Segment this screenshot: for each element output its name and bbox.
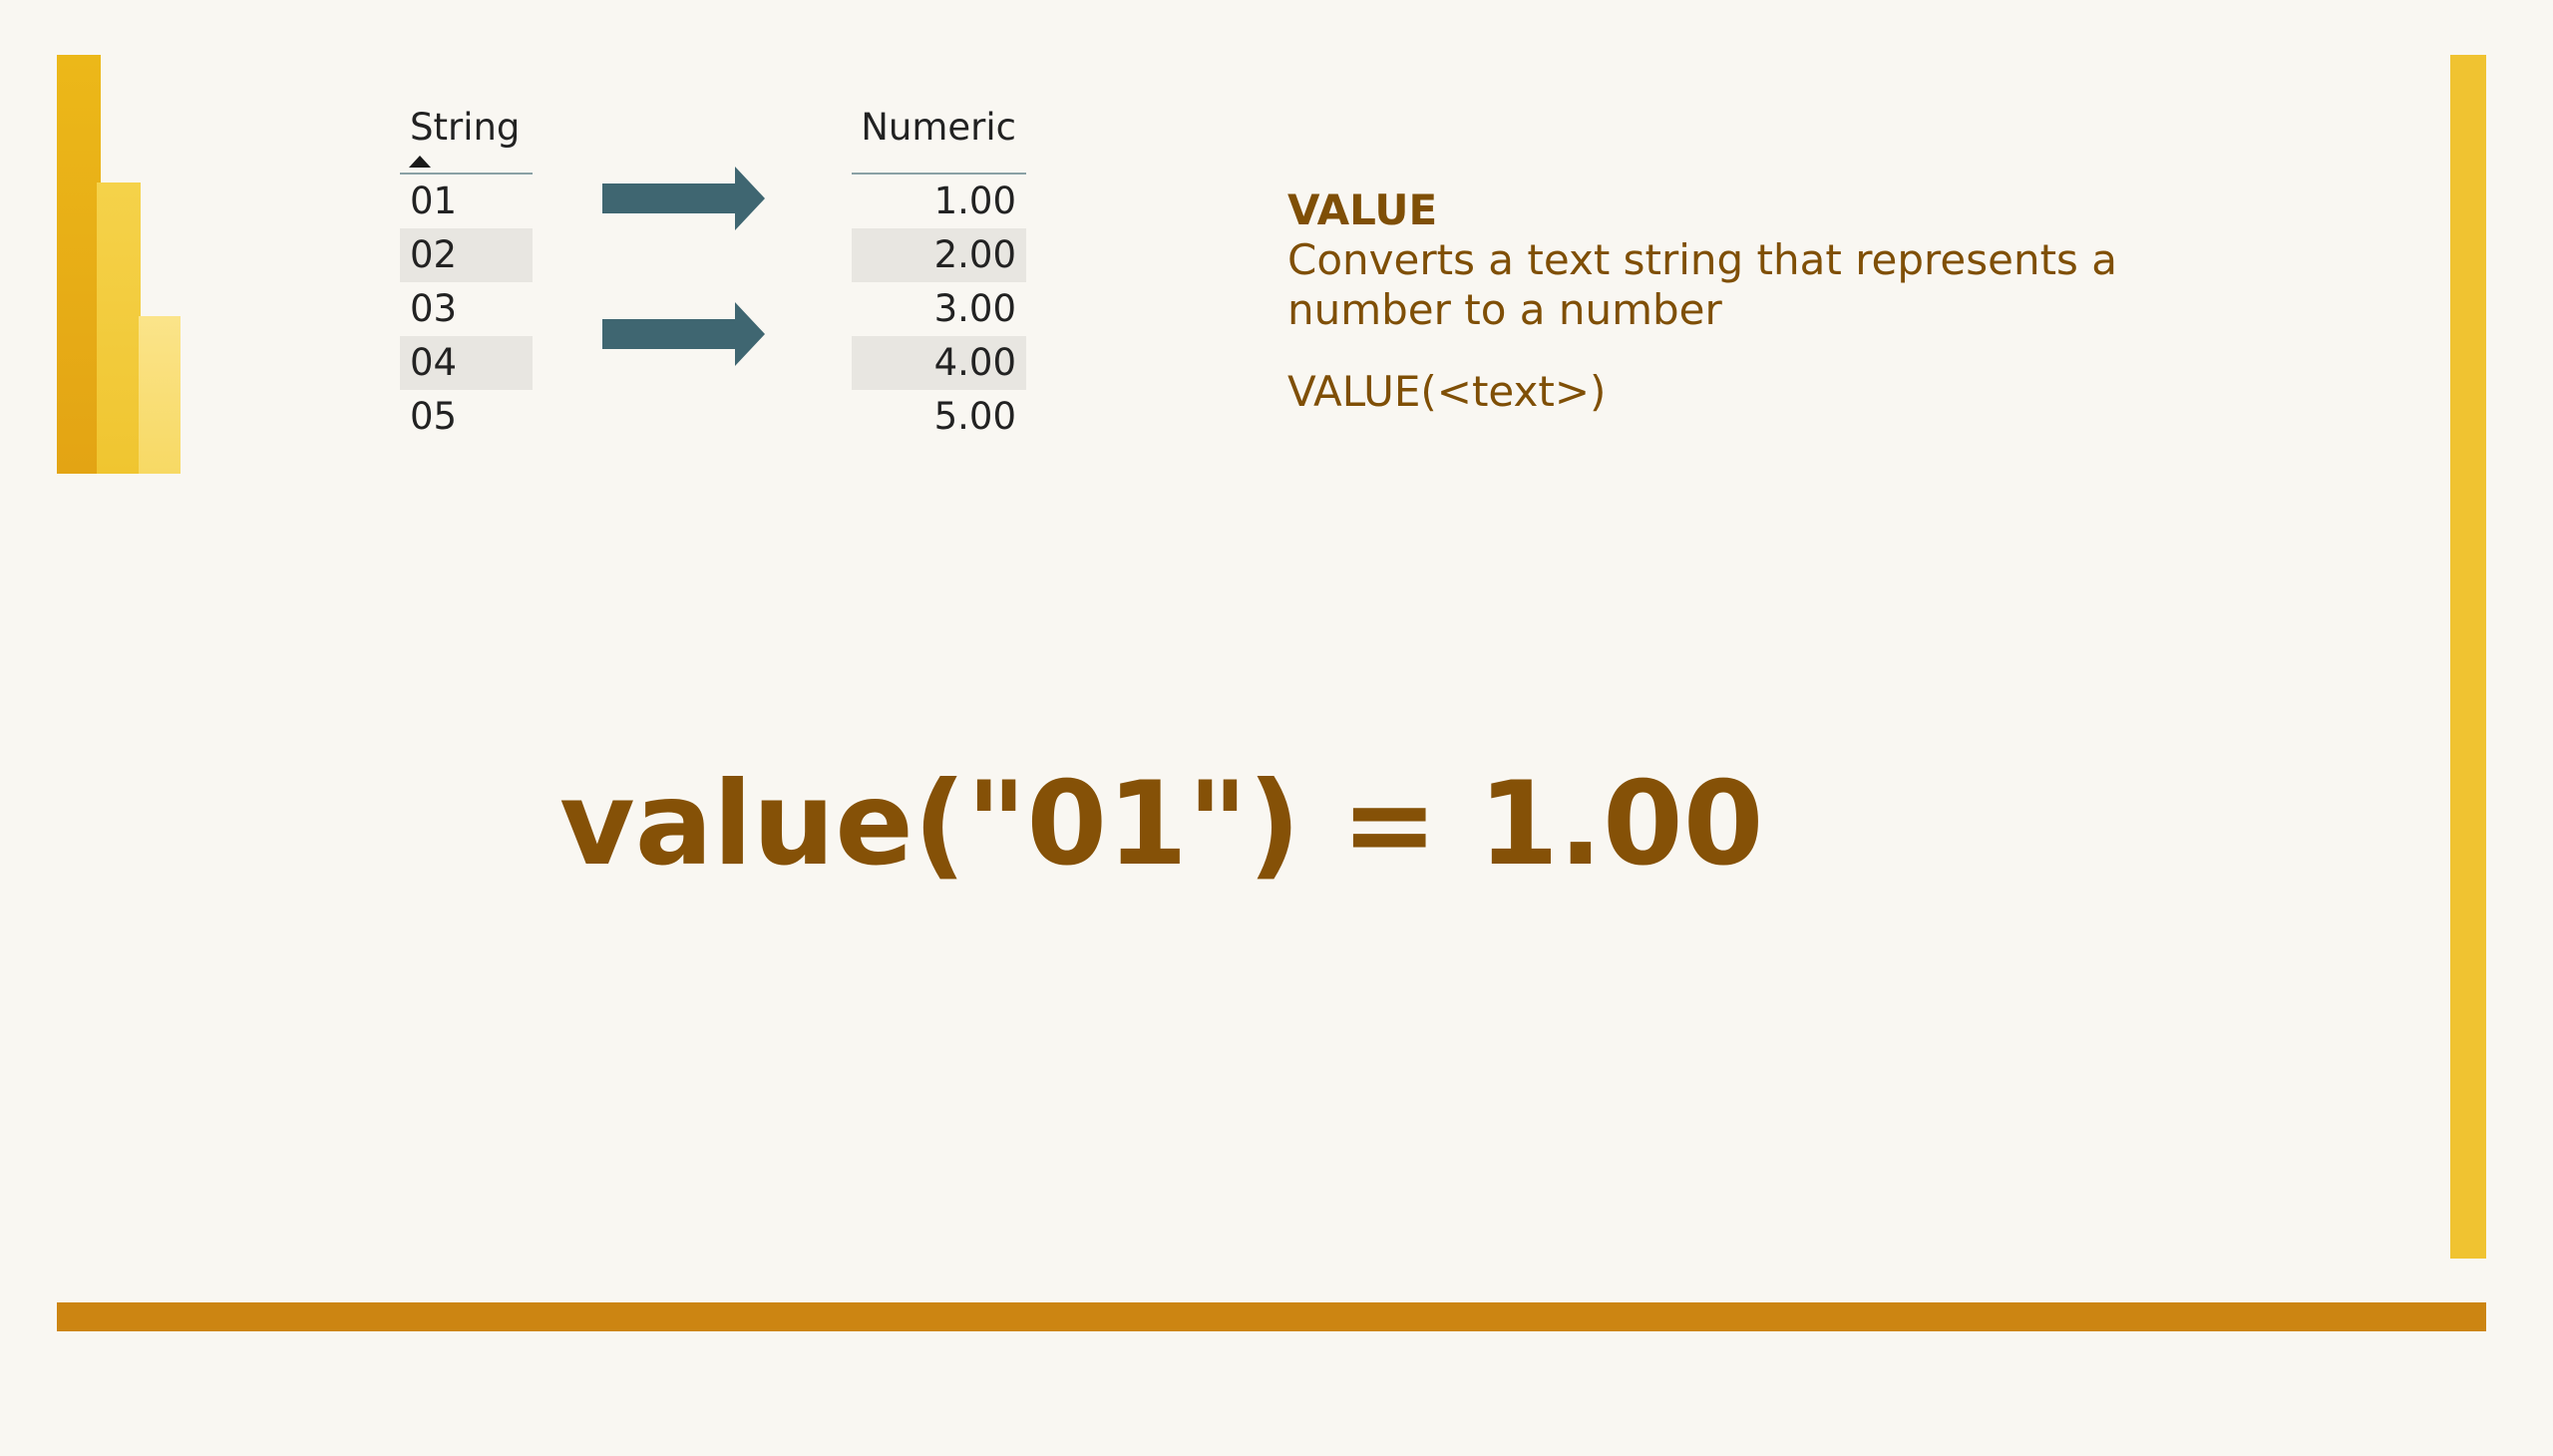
table-row: 5.00	[933, 395, 1016, 438]
string-table-header[interactable]: String	[400, 58, 533, 175]
table-row: 1.00	[933, 180, 1016, 222]
logo-bar-tall	[57, 55, 101, 474]
function-description: VALUE Converts a text string that repres…	[1287, 185, 2285, 417]
example-formula: value("01") = 1.00	[559, 757, 1764, 892]
table-row: 04	[400, 336, 533, 390]
numeric-column-header[interactable]: Numeric	[861, 106, 1016, 149]
right-accent-bar	[2450, 55, 2486, 1259]
sort-ascending-icon[interactable]	[409, 156, 431, 168]
table-row: 2.00	[852, 228, 1026, 282]
arrow-right-icon	[602, 167, 765, 230]
table-row: 3.00	[933, 287, 1016, 330]
table-row: 4.00	[852, 336, 1026, 390]
string-table: String 01 02 03 04 05	[400, 58, 533, 444]
bottom-accent-bar	[57, 1302, 2486, 1331]
string-column-header[interactable]: String	[410, 106, 520, 149]
logo-bar-short	[139, 316, 181, 474]
logo-bar-medium	[97, 182, 141, 474]
arrow-right-icon	[602, 302, 765, 366]
function-summary: Converts a text string that represents a…	[1287, 235, 2118, 334]
function-syntax: VALUE(<text>)	[1287, 367, 1607, 416]
table-row: 03	[410, 287, 458, 330]
table-row: 02	[400, 228, 533, 282]
slide: String 01 02 03 04 05 Numeric 1.00 2.00 …	[0, 0, 2553, 1456]
power-bi-logo	[57, 55, 184, 474]
numeric-table: Numeric 1.00 2.00 3.00 4.00 5.00	[852, 58, 1026, 444]
function-name: VALUE	[1287, 185, 1438, 234]
numeric-table-header[interactable]: Numeric	[852, 58, 1026, 175]
table-row: 05	[410, 395, 458, 438]
table-row: 01	[410, 180, 458, 222]
